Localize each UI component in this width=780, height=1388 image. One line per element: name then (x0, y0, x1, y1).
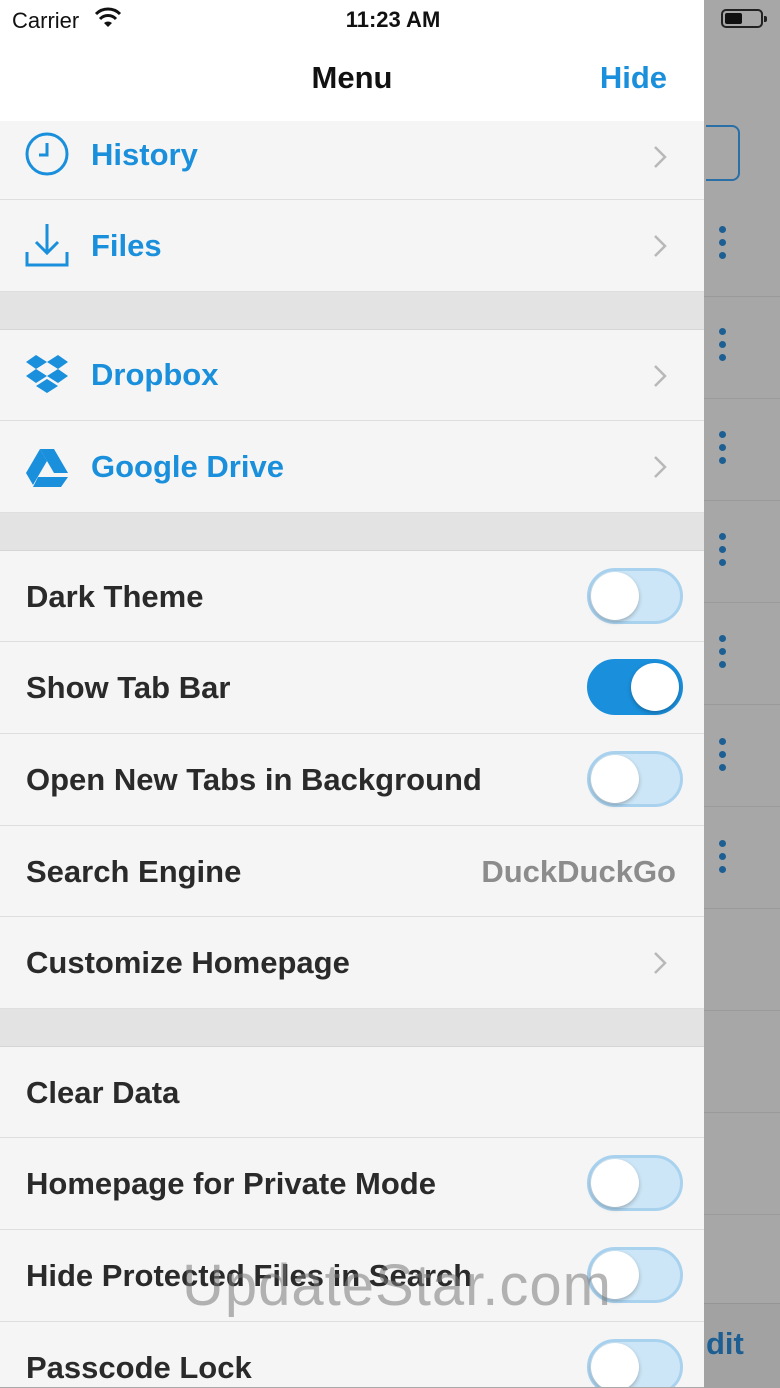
status-time: 11:23 AM (345, 7, 441, 32)
homepage-private-toggle[interactable] (587, 1155, 683, 1211)
setting-label: Show Tab Bar (26, 670, 231, 705)
setting-customize-homepage[interactable]: Customize Homepage (0, 917, 704, 1009)
setting-show-tab-bar: Show Tab Bar (0, 642, 704, 734)
more-vertical-icon (719, 738, 727, 777)
menu-item-history[interactable]: History (0, 121, 704, 200)
setting-homepage-private-mode: Homepage for Private Mode (0, 1138, 704, 1230)
setting-label: Customize Homepage (26, 945, 350, 980)
more-vertical-icon (719, 533, 727, 572)
setting-label: Clear Data (26, 1075, 180, 1110)
setting-label: Search Engine (26, 854, 242, 889)
google-drive-icon (26, 449, 68, 487)
chevron-right-icon (654, 146, 667, 168)
download-icon (25, 224, 69, 267)
setting-passcode-lock: Passcode Lock (0, 1322, 704, 1387)
more-vertical-icon (719, 635, 727, 674)
more-vertical-icon (719, 431, 727, 470)
battery-icon (721, 9, 767, 28)
show-tab-bar-toggle[interactable] (587, 659, 683, 715)
menu-item-label: Google Drive (91, 449, 284, 484)
background-search-field (706, 125, 740, 181)
background-list-item (704, 704, 780, 807)
watermark: UpdateStar.com (182, 1253, 612, 1318)
background-list-item (704, 398, 780, 501)
background-list-item (704, 500, 780, 603)
navigation-bar: Menu Hide (0, 40, 704, 122)
menu-item-dropbox[interactable]: Dropbox (0, 330, 704, 421)
dark-theme-toggle[interactable] (587, 568, 683, 624)
section-separator (0, 1009, 704, 1047)
chevron-right-icon (654, 952, 667, 974)
more-vertical-icon (719, 328, 727, 367)
background-edit-button: dit (706, 1326, 744, 1361)
background-list-item (704, 1112, 780, 1215)
background-list-item (704, 908, 780, 1011)
search-engine-value: DuckDuckGo (481, 854, 676, 889)
setting-label: Homepage for Private Mode (26, 1166, 436, 1201)
hide-button[interactable]: Hide (600, 60, 667, 96)
setting-clear-data[interactable]: Clear Data (0, 1047, 704, 1138)
background-list-item (704, 806, 780, 909)
menu-panel: Carrier 11:23 AM Menu Hide History Files (0, 0, 704, 1387)
clock-icon (25, 132, 69, 176)
menu-item-label: Files (91, 228, 162, 263)
background-list-item (704, 1010, 780, 1113)
section-separator (0, 292, 704, 330)
background-list-item (704, 194, 780, 297)
background-list-item (704, 296, 780, 399)
status-bar: Carrier 11:23 AM (0, 0, 704, 40)
background-list-item (704, 602, 780, 705)
more-vertical-icon (719, 840, 727, 879)
chevron-right-icon (654, 456, 667, 478)
menu-item-label: Dropbox (91, 357, 219, 392)
section-separator (0, 513, 704, 551)
setting-open-new-tabs-background: Open New Tabs in Background (0, 734, 704, 826)
chevron-right-icon (654, 365, 667, 387)
setting-label: Open New Tabs in Background (26, 762, 482, 797)
open-background-toggle[interactable] (587, 751, 683, 807)
setting-search-engine[interactable]: Search Engine DuckDuckGo (0, 826, 704, 917)
page-title: Menu (311, 60, 393, 95)
more-vertical-icon (719, 226, 727, 265)
setting-dark-theme: Dark Theme (0, 551, 704, 642)
menu-item-label: History (91, 137, 198, 172)
menu-item-files[interactable]: Files (0, 200, 704, 292)
setting-label: Passcode Lock (26, 1350, 252, 1385)
chevron-right-icon (654, 235, 667, 257)
setting-label: Dark Theme (26, 579, 204, 614)
menu-item-google-drive[interactable]: Google Drive (0, 421, 704, 513)
passcode-lock-toggle[interactable] (587, 1339, 683, 1387)
dropbox-icon (26, 355, 68, 393)
